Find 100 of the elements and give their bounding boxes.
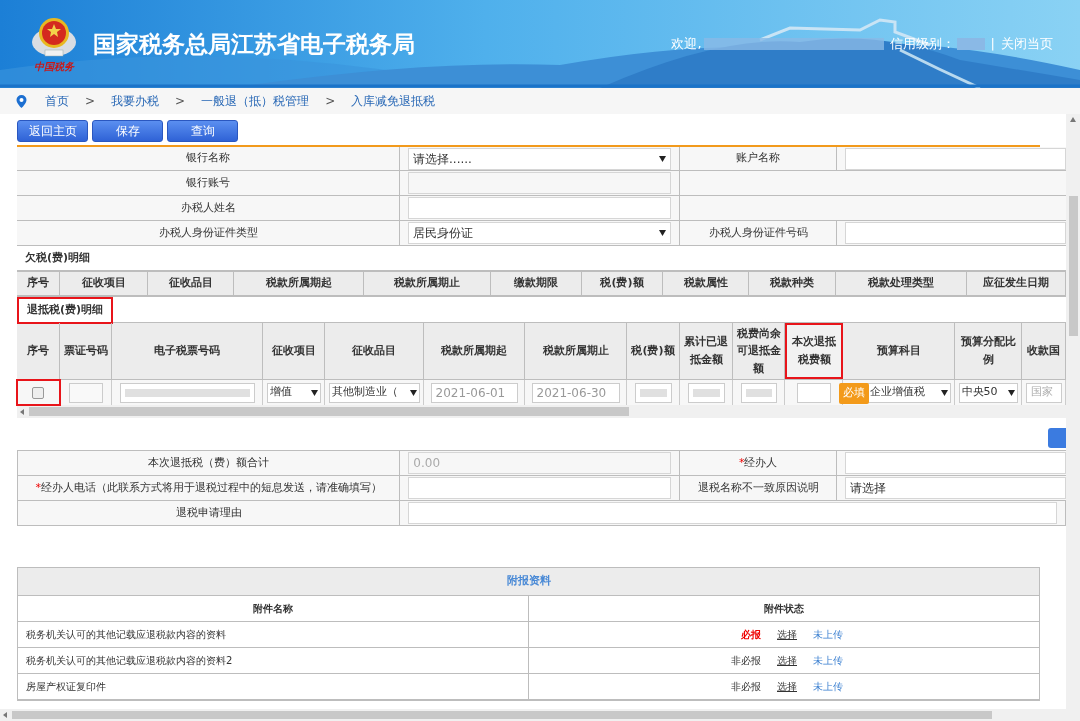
- requirement-label: 非必报: [731, 654, 761, 668]
- column-header: 税(费)额: [627, 323, 680, 379]
- breadcrumb-separator: >: [85, 93, 96, 110]
- input-field[interactable]: [634, 382, 672, 403]
- field-label: 办税人身份证件号码: [708, 224, 808, 241]
- field-label: *经办人: [738, 454, 778, 471]
- input-field[interactable]: [796, 382, 831, 403]
- input-field[interactable]: [119, 382, 255, 403]
- column-header: 缴款期限: [491, 272, 582, 295]
- input-field[interactable]: [408, 197, 671, 219]
- dropdown-caret-icon: [940, 389, 948, 396]
- breadcrumb-link[interactable]: 首页: [45, 92, 69, 110]
- column-header: 附件状态: [763, 602, 805, 616]
- separator: |: [990, 35, 995, 54]
- input-field[interactable]: [845, 222, 1066, 244]
- column-header: 预算分配比例: [955, 323, 1022, 379]
- breadcrumb-link[interactable]: 入库减免退抵税: [351, 92, 436, 110]
- column-header: 征收项目: [60, 272, 148, 295]
- requirement-label: 非必报: [731, 680, 761, 694]
- input-field[interactable]: [687, 382, 725, 403]
- scroll-up-arrow-icon[interactable]: [1070, 117, 1076, 123]
- field-label: 账户名称: [736, 150, 780, 167]
- upload-status: 未上传: [813, 680, 843, 694]
- column-header: 本次退抵税费额: [785, 323, 843, 379]
- select-field[interactable]: 请选择......: [408, 147, 671, 170]
- column-header: 征收品目: [148, 272, 234, 295]
- input-field[interactable]: [845, 452, 1066, 474]
- table-cell-text: 税务机关认可的其他记载应退税款内容的资料2: [26, 654, 233, 668]
- dropdown-caret-icon: [659, 155, 666, 162]
- breadcrumb-separator: >: [175, 93, 186, 110]
- column-header: 税款种类: [749, 272, 836, 295]
- toolbar-button[interactable]: 返回主页: [17, 120, 88, 142]
- section-title: 欠税(费)明细: [25, 249, 91, 266]
- site-title: 国家税务总局江苏省电子税务局: [93, 29, 415, 59]
- column-header: 序号: [17, 323, 60, 379]
- column-header: 附件名称: [18, 596, 529, 621]
- field-label: 银行名称: [186, 150, 230, 167]
- column-header: 税款处理类型: [836, 272, 967, 295]
- scrollbar-thumb[interactable]: [29, 407, 629, 416]
- input-field[interactable]: [845, 147, 1066, 170]
- select-field[interactable]: 居民身份证: [408, 222, 671, 244]
- dropdown-caret-icon: [659, 230, 666, 236]
- scroll-left-arrow-icon[interactable]: [20, 408, 26, 415]
- field-label: 退税申请理由: [175, 504, 242, 521]
- field-label: 本次退抵税（费）额合计: [148, 454, 270, 471]
- input-field[interactable]: [408, 502, 1057, 524]
- input-field[interactable]: [408, 172, 671, 194]
- dropdown-caret-icon: [1007, 389, 1015, 396]
- dropdown-caret-icon: [310, 389, 318, 396]
- section-title: 退抵税(费)明细: [17, 297, 114, 324]
- column-header: 税款所属期起: [424, 323, 525, 379]
- toolbar-button[interactable]: 查询: [167, 120, 238, 142]
- field-label: *经办人电话（此联系方式将用于退税过程中的短息发送，请准确填写）: [35, 479, 382, 496]
- input-field[interactable]: 请选择: [845, 477, 1066, 499]
- column-header: 税(费)额: [582, 272, 663, 295]
- input-field[interactable]: [408, 477, 672, 499]
- breadcrumb-link[interactable]: 我要办税: [111, 92, 160, 110]
- table-cell-text: 房屋产权证复印件: [26, 680, 106, 694]
- field-label: 退税名称不一致原因说明: [697, 479, 819, 496]
- column-header: 序号: [17, 272, 60, 295]
- column-header: 电子税票号码: [112, 323, 263, 379]
- table-cell-text: 税务机关认可的其他记载应退税款内容的资料: [26, 628, 226, 642]
- column-header: 票证号码: [60, 323, 112, 379]
- field-label: 办税人姓名: [180, 199, 236, 216]
- column-header: 税款所属期止: [364, 272, 491, 295]
- select-field[interactable]: 其他制造业（: [328, 382, 420, 403]
- scrollbar-thumb[interactable]: [1068, 196, 1078, 336]
- scroll-left-arrow-icon[interactable]: [3, 712, 9, 718]
- table-title: 附报资料: [506, 573, 551, 590]
- date-field[interactable]: 2021-06-30: [531, 382, 620, 403]
- location-pin-icon: [16, 94, 27, 108]
- breadcrumb-separator: >: [325, 93, 336, 110]
- select-field[interactable]: 中央50: [958, 382, 1018, 403]
- column-header: 征收品目: [325, 323, 424, 379]
- breadcrumb-link[interactable]: 一般退（抵）税管理: [201, 92, 310, 110]
- redacted-bar: [956, 38, 985, 50]
- requirement-label: 必报: [741, 628, 761, 642]
- column-header: 预算科目: [843, 323, 955, 379]
- required-tooltip: 必填: [839, 383, 869, 404]
- input-field[interactable]: [740, 382, 777, 403]
- column-header: 税款所属期起: [234, 272, 364, 295]
- dropdown-caret-icon: [409, 389, 417, 396]
- scrollbar-thumb[interactable]: [12, 711, 992, 719]
- select-field[interactable]: 增值: [266, 382, 321, 403]
- toolbar-button[interactable]: 保存: [92, 120, 163, 142]
- date-field[interactable]: 2021-06-01: [430, 382, 518, 403]
- logo-caption: 中国税务: [34, 62, 74, 72]
- choose-link[interactable]: 选择: [777, 679, 797, 694]
- column-header: 累计已退抵金额: [680, 323, 733, 379]
- input-field[interactable]: [68, 382, 103, 403]
- choose-link[interactable]: 选择: [777, 627, 797, 642]
- field-label: 银行账号: [186, 174, 230, 191]
- choose-link[interactable]: 选择: [777, 653, 797, 668]
- upload-status: 未上传: [813, 654, 843, 668]
- column-header: 税款属性: [663, 272, 749, 295]
- upload-status: 未上传: [813, 628, 843, 642]
- action-button[interactable]: [1048, 428, 1066, 448]
- welcome-text: 欢迎,: [671, 35, 702, 54]
- row-checkbox[interactable]: [32, 386, 44, 399]
- column-header: 税款所属期止: [525, 323, 627, 379]
